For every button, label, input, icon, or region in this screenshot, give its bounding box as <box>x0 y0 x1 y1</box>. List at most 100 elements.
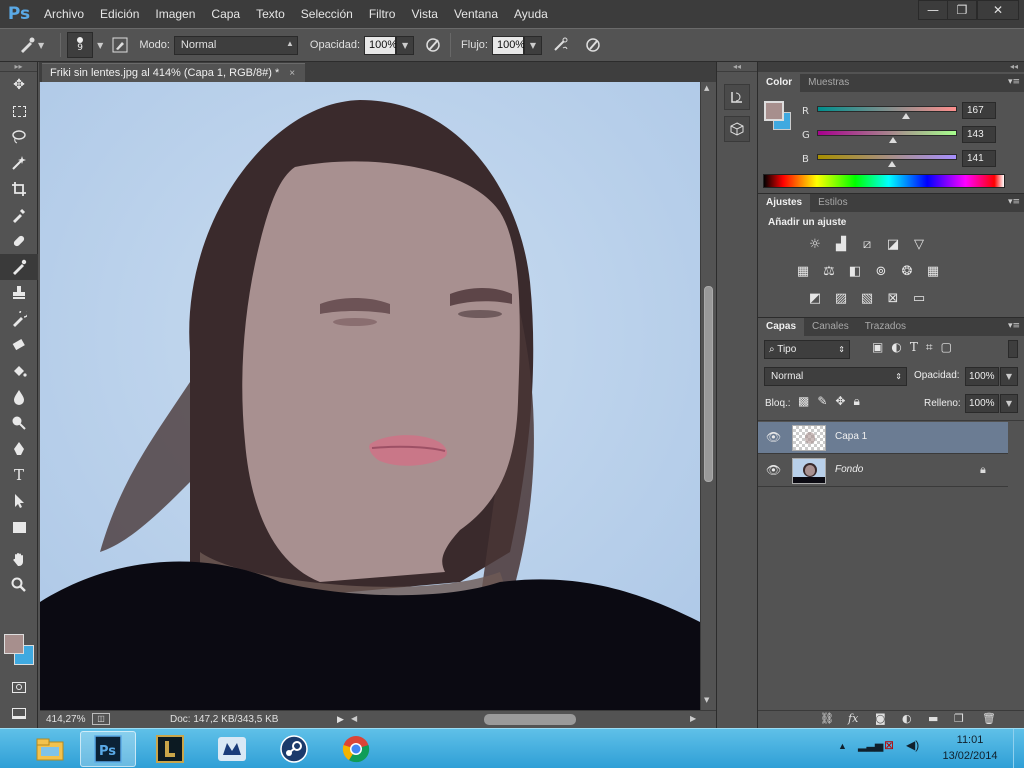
flow-dropdown-button[interactable]: ▼ <box>523 35 542 55</box>
posterize-icon[interactable]: ▨ <box>830 288 852 308</box>
fill-dropdown[interactable]: ▼ <box>1000 394 1018 413</box>
preset-dropdown-arrow-icon[interactable]: ▼ <box>38 41 44 50</box>
blend-mode-select[interactable]: Normal ⇕ <box>764 367 907 386</box>
layer-visibility-eye-icon[interactable]: 👁︎ <box>766 430 781 444</box>
eyedropper-tool-icon[interactable] <box>0 202 38 228</box>
toolbar-grip[interactable]: ▸▸ <box>0 62 37 72</box>
blue-slider-track[interactable] <box>817 154 957 160</box>
dock-grip[interactable]: ◂◂ <box>717 62 757 72</box>
tab-capas[interactable]: Capas <box>758 318 805 336</box>
scroll-down-icon[interactable]: ▼ <box>704 696 709 704</box>
tray-volume-icon[interactable]: ◀) <box>906 738 919 752</box>
clock-time[interactable]: 11:01 <box>940 734 1000 746</box>
green-slider-knob[interactable] <box>889 137 897 143</box>
menu-capa[interactable]: Capa <box>203 0 248 28</box>
taskbar-photoshop-icon[interactable]: Ps <box>80 731 136 767</box>
photo-filter-icon[interactable]: ⊚ <box>870 261 892 281</box>
tab-canales[interactable]: Canales <box>804 318 857 336</box>
lock-transparency-icon[interactable]: ▩ <box>798 394 817 408</box>
path-selection-tool-icon[interactable] <box>0 488 38 514</box>
brightness-contrast-icon[interactable]: ☼ <box>804 234 826 254</box>
lock-all-icon[interactable]: 🔒︎ <box>853 394 867 408</box>
clock-date[interactable]: 13/02/2014 <box>934 750 1006 762</box>
flow-field[interactable]: 100% <box>491 35 525 55</box>
pressure-opacity-icon[interactable] <box>422 34 444 56</box>
brush-size-arrow-icon[interactable]: ▼ <box>97 41 103 50</box>
tray-show-hidden-icon[interactable]: ▲ <box>838 741 847 751</box>
opacity-field[interactable]: 100% <box>364 35 397 55</box>
green-slider-track[interactable] <box>817 130 957 136</box>
dodge-tool-icon[interactable] <box>0 410 38 436</box>
taskbar-chrome-icon[interactable] <box>328 731 384 767</box>
layer-lock-icon[interactable]: 🔒︎ <box>980 463 986 477</box>
minimize-button[interactable]: — <box>918 0 948 20</box>
show-desktop-button[interactable] <box>1013 729 1024 768</box>
pen-tool-icon[interactable] <box>0 436 38 462</box>
curves-icon[interactable]: ⧄ <box>856 234 878 254</box>
layer-row-capa-1[interactable]: 👁︎ Capa 1 <box>758 422 1008 454</box>
tab-color[interactable]: Color <box>758 74 801 92</box>
mode-select[interactable]: Normal ▲ <box>173 35 298 55</box>
invert-icon[interactable]: ◩ <box>804 288 826 308</box>
selective-color-icon[interactable]: ⊠ <box>882 288 904 308</box>
tab-ajustes[interactable]: Ajustes <box>758 194 811 212</box>
move-tool-icon[interactable]: ✥ <box>0 72 38 98</box>
layer-visibility-eye-icon[interactable]: 👁︎ <box>766 463 781 477</box>
opacity-dropdown-button[interactable]: ▼ <box>396 35 415 55</box>
lock-paint-icon[interactable]: ✎ <box>817 394 835 408</box>
clone-stamp-tool-icon[interactable] <box>0 280 38 306</box>
red-value[interactable]: 167 <box>962 102 996 119</box>
green-value[interactable]: 143 <box>962 126 996 143</box>
exposure-icon[interactable]: ◪ <box>882 234 904 254</box>
taskbar-league-of-legends-icon[interactable] <box>142 731 198 767</box>
type-tool-icon[interactable]: T <box>0 462 38 488</box>
status-menu-arrow-icon[interactable]: ▶ <box>337 714 344 725</box>
gradient-map-icon[interactable]: ▭ <box>908 288 930 308</box>
color-swatches[interactable] <box>4 634 36 666</box>
layer-name[interactable]: Capa 1 <box>835 431 867 442</box>
vertical-scrollbar[interactable]: ▲ ▼ <box>700 82 716 710</box>
tray-error-icon[interactable]: ⊠ <box>884 738 894 752</box>
scroll-right-icon[interactable]: ▶ <box>690 714 696 723</box>
screen-mode-icon[interactable] <box>0 700 38 726</box>
color-lookup-icon[interactable]: ▦ <box>922 261 944 281</box>
brush-panel-icon[interactable] <box>109 34 131 56</box>
red-slider-track[interactable] <box>817 106 957 112</box>
filter-adjustment-icon[interactable]: ◐ <box>891 340 909 354</box>
scroll-up-icon[interactable]: ▲ <box>704 84 709 92</box>
new-adjustment-layer-icon[interactable]: ◐ <box>902 712 912 725</box>
panels-grip[interactable]: ◂◂ <box>758 62 1024 72</box>
history-brush-tool-icon[interactable] <box>0 306 38 332</box>
filter-pixel-icon[interactable]: ▣ <box>872 340 891 354</box>
color-ramp[interactable] <box>763 174 1005 188</box>
lock-position-icon[interactable]: ✥ <box>835 394 853 408</box>
zoom-level[interactable]: 414,27% <box>46 714 85 725</box>
add-mask-icon[interactable]: ◙ <box>875 712 886 725</box>
tab-estilos[interactable]: Estilos <box>810 194 855 212</box>
filter-type-icon[interactable]: T <box>910 340 926 354</box>
crop-tool-icon[interactable] <box>0 176 38 202</box>
zoom-tool-icon[interactable] <box>0 572 38 598</box>
status-info-icon[interactable]: ◫ <box>92 713 110 725</box>
hue-saturation-icon[interactable]: ▦ <box>792 261 814 281</box>
link-layers-icon[interactable]: ⛓︎ <box>820 712 834 725</box>
color-balance-icon[interactable]: ⚖ <box>818 261 840 281</box>
paint-bucket-tool-icon[interactable] <box>0 358 38 384</box>
airbrush-icon[interactable] <box>550 34 572 56</box>
rectangle-tool-icon[interactable] <box>0 514 38 540</box>
horizontal-scroll-thumb[interactable] <box>484 714 576 725</box>
menu-ayuda[interactable]: Ayuda <box>506 0 556 28</box>
adjustments-panel-menu-icon[interactable]: ▾≡ <box>1008 197 1020 207</box>
blue-slider-knob[interactable] <box>888 161 896 167</box>
close-window-button[interactable]: ✕ <box>977 0 1019 20</box>
menu-archivo[interactable]: Archivo <box>36 0 92 28</box>
blue-value[interactable]: 141 <box>962 150 996 167</box>
menu-texto[interactable]: Texto <box>248 0 293 28</box>
eraser-tool-icon[interactable] <box>0 332 38 358</box>
brush-tool-icon[interactable] <box>0 254 38 280</box>
layer-row-fondo[interactable]: 👁︎ Fondo 🔒︎ <box>758 455 1008 487</box>
vertical-scroll-thumb[interactable] <box>704 286 713 482</box>
menu-seleccion[interactable]: Selección <box>293 0 361 28</box>
filter-shape-icon[interactable]: ⌗ <box>926 340 941 354</box>
channel-mixer-icon[interactable]: ❂ <box>896 261 918 281</box>
